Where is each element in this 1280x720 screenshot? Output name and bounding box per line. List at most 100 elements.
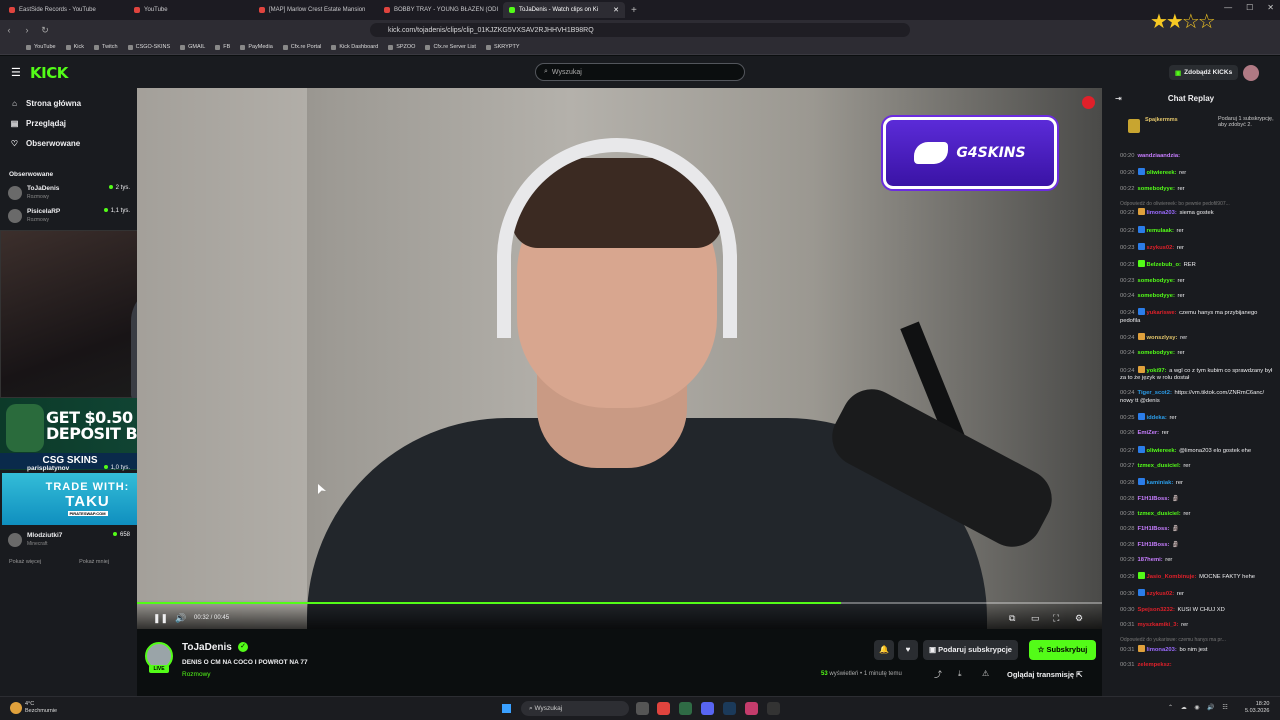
browser-tab[interactable]: EastSide Records - YouTube [3,2,125,18]
message-user[interactable]: tzmex_dusiciel: [1138,463,1181,469]
brave-icon[interactable] [657,702,670,715]
watch-live-button[interactable]: Oglądaj transmisję ⇱ [1007,670,1082,679]
terminal-icon[interactable] [679,702,692,715]
message-user[interactable]: limona203: [1147,210,1177,216]
message-user[interactable]: F1H1lBoss: [1138,542,1170,548]
search-input[interactable]: ⌕ Wyszukaj [535,63,745,81]
system-tray-icons[interactable]: ⌃ ☁ ◉ 🔊 ☷ [1168,704,1231,711]
notification-bell-button[interactable]: 🔔 [874,640,894,660]
bookmark-item[interactable]: PayMedia [240,44,273,50]
message-user[interactable]: F1H1lBoss: [1138,496,1170,502]
message-user[interactable]: yoki97: [1147,368,1167,374]
message-user[interactable]: tzmex_dusiciel: [1138,511,1181,517]
message-user[interactable]: somebodyye: [1138,278,1175,284]
get-kicks-button[interactable]: ▣ Zdobądź KICKs [1169,65,1239,80]
discord-icon[interactable] [701,702,714,715]
pause-icon[interactable]: ❚❚ [153,613,168,624]
bookmark-item[interactable]: CSGO-SKINS [127,44,170,50]
message-user[interactable]: Spejson3232: [1138,607,1175,613]
message-text: @limona203 elo gostek ehe [1179,447,1252,454]
new-tab-icon[interactable]: + [631,5,637,16]
message-user[interactable]: yukariswe: [1147,310,1177,316]
close-tab-icon[interactable]: ✕ [613,6,619,14]
follow-button[interactable]: ♥ [898,640,918,660]
gift-subs-button[interactable]: ▣ Podaruj subskrypcje [923,640,1018,660]
sidebar-item-browse[interactable]: ▤ Przeglądaj [10,119,66,128]
sidebar-item-following[interactable]: ♡ Obserwowane [10,139,80,148]
bookmark-item[interactable]: FB [215,44,230,50]
message-user[interactable]: F1H1lBoss: [1138,526,1170,532]
message-user[interactable]: myszkamiki_3: [1138,622,1179,628]
report-icon[interactable]: ⚠ [982,669,989,678]
message-user[interactable]: Tiger_scot2: [1138,390,1172,396]
subscribe-button[interactable]: ☆ Subskrybuj [1029,640,1096,660]
browser-tab[interactable]: YouTube [128,2,250,18]
message-user[interactable]: somebodyye: [1138,293,1175,299]
download-icon[interactable]: ⤓ [958,669,962,679]
browser-tab-active[interactable]: ToJaDenis - Watch clips on Ki ✕ [503,2,625,18]
url-field[interactable]: kick.com/tojadenis/clips/clip_01KJZKG5VX… [370,23,910,37]
bookmark-item[interactable]: Twitch [94,44,118,50]
taskbar-search[interactable]: ⌕ Wyszukaj [521,701,629,716]
pip-icon[interactable]: ⧉ [1009,613,1015,624]
message-user[interactable]: Belzebub_o: [1147,262,1181,268]
message-user[interactable]: kaminiak: [1147,480,1174,486]
kick-logo[interactable]: KICK [30,64,68,82]
back-icon[interactable]: ‹ [0,25,18,35]
channel-name[interactable]: ToJaDenis [182,642,232,653]
settings-icon[interactable]: ⚙ [1075,613,1083,624]
avatar[interactable] [1243,65,1259,81]
category-link[interactable]: Rozmowy [182,671,211,678]
video-player[interactable]: G4SKINS [137,88,1102,629]
bookmark-item[interactable]: YouTube [26,44,56,50]
bookmark-item[interactable]: Cfx.re Portal [282,44,321,50]
task-view-icon[interactable] [636,702,649,715]
show-less-link[interactable]: Pokaż mniej [79,559,109,565]
bookmark-item[interactable]: Kick [65,44,85,50]
message-user[interactable]: somebodyye: [1138,186,1175,192]
message-user[interactable]: szykus02: [1147,591,1175,597]
bookmark-item[interactable]: SKRYPTY [485,44,520,50]
panther-logo-icon [914,142,949,164]
close-icon[interactable]: ✕ [1267,3,1274,12]
bookmark-item[interactable]: GMAIL [180,44,205,50]
reload-icon[interactable]: ↻ [36,25,54,36]
progress-bar[interactable] [137,602,1102,604]
minimize-icon[interactable]: — [1224,3,1232,12]
windows-start-icon[interactable] [501,703,512,714]
sidebar-item-home[interactable]: ⌂ Strona główna [10,99,81,108]
fullscreen-icon[interactable]: ⛶ [1053,613,1059,624]
steam-icon[interactable] [723,702,736,715]
volume-icon[interactable]: 🔊 [175,613,186,624]
bookmark-item[interactable]: SPZOO [388,44,415,50]
theater-icon[interactable]: ▭ [1031,613,1040,624]
app-icon[interactable] [745,702,758,715]
bookmark-item[interactable]: Kick Dashboard [331,44,378,50]
forward-icon[interactable]: › [18,25,36,35]
browser-tab[interactable]: [MAP] Marlow Crest Estate Mansion [253,2,375,18]
weather-widget[interactable]: 4°C Bezchmurnie [10,701,57,715]
bookmark-item[interactable]: Cfx.re Server List [425,44,476,50]
bookmark-favicon-icon [180,44,186,50]
browser-tab[interactable]: BOBBY TRAY - YOUNG BŁAZEN (ODI [378,2,500,18]
bookmark-label: Kick [73,44,85,50]
message-user[interactable]: iddeka: [1147,415,1167,421]
message-user[interactable]: somebodyye: [1138,350,1175,356]
maximize-icon[interactable]: ☐ [1246,3,1253,12]
share-icon[interactable]: ⤴ [934,669,942,680]
message-user[interactable]: wandziaandzia: [1138,153,1181,159]
message-user[interactable]: oliwiereek: [1147,448,1177,454]
message-user[interactable]: limona203: [1147,647,1177,653]
obs-icon[interactable] [767,702,780,715]
message-user[interactable]: szykus02: [1147,245,1175,251]
message-user[interactable]: remulaak: [1147,228,1174,234]
message-user[interactable]: wonszlysy: [1147,335,1178,341]
show-more-link[interactable]: Pokaż więcej [9,559,41,565]
message-user[interactable]: 187hemi: [1138,557,1163,563]
message-user[interactable]: EmiZer: [1138,430,1160,436]
message-user[interactable]: oliwiereek: [1147,170,1177,176]
message-user[interactable]: Jasio_Kombinuje: [1147,574,1197,580]
chat-panel: ⇥ Chat Replay Spajkermms Podaruj 1 subsk… [1102,88,1280,696]
message-user[interactable]: zelempeksz: [1138,662,1172,668]
menu-icon[interactable]: ☰ [11,66,21,79]
